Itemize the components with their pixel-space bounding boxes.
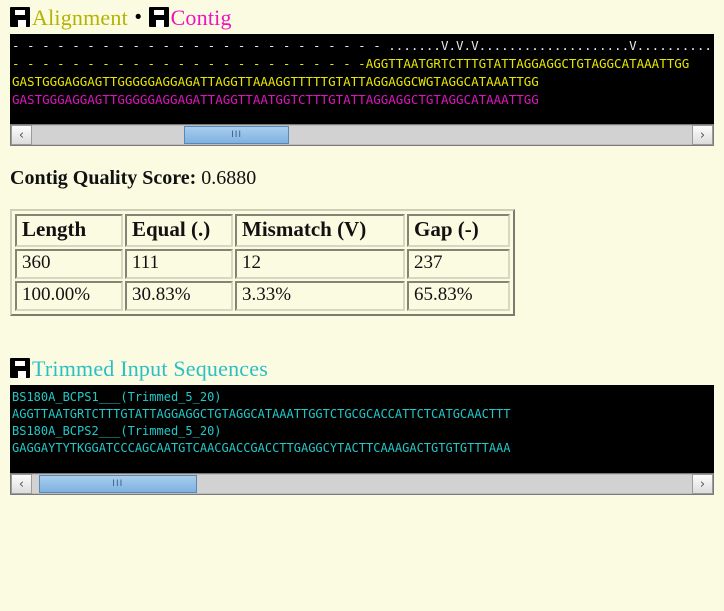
column-header-length: Length: [15, 214, 123, 247]
contig-quality-score-value: 0.6880: [201, 167, 256, 189]
layout-spacer: [0, 321, 724, 351]
alignment-horizontal-scrollbar[interactable]: ‹ III ›: [10, 124, 714, 146]
column-header-equal: Equal (.): [125, 214, 233, 247]
column-header-gap: Gap (-): [407, 214, 510, 247]
column-header-mismatch: Mismatch (V): [235, 214, 405, 247]
cell-mismatch-percent: 3.33%: [235, 281, 405, 311]
floppy-save-icon[interactable]: [149, 7, 169, 27]
alignment-scroll-thumb[interactable]: III: [184, 126, 290, 144]
alignment-heading-group[interactable]: Alignment: [10, 6, 128, 28]
alignment-contig-heading-row: Alignment • Contig: [0, 0, 724, 34]
trimmed-heading-row: Trimmed Input Sequences: [0, 351, 724, 385]
cell-gap-percent: 65.83%: [407, 281, 510, 311]
trimmed-sequence-header: BS180A_BCPS2___(Trimmed_5_20): [10, 423, 714, 440]
cell-length-count: 360: [15, 249, 123, 279]
trimmed-heading-label: Trimmed Input Sequences: [30, 358, 268, 380]
scroll-right-arrow-icon[interactable]: ›: [692, 125, 713, 145]
cell-length-percent: 100.00%: [15, 281, 123, 311]
cell-gap-count: 237: [407, 249, 510, 279]
alignment-heading-label: Alignment: [30, 7, 128, 29]
floppy-save-icon[interactable]: [10, 7, 30, 27]
contig-quality-score: Contig Quality Score:0.6880: [0, 168, 724, 188]
table-header-row: Length Equal (.) Mismatch (V) Gap (-): [15, 214, 510, 247]
cell-mismatch-count: 12: [235, 249, 405, 279]
heading-separator-bullet: •: [135, 8, 142, 27]
alignment-sequence-line: GASTGGGAGGAGTTGGGGGAGGAGATTAGGTTAAAGGTTT…: [10, 73, 714, 91]
trimmed-sequence-header: BS180A_BCPS1___(Trimmed_5_20): [10, 385, 714, 406]
scroll-right-arrow-icon[interactable]: ›: [692, 474, 713, 494]
alignment-contig-line: GASTGGGAGGAGTTGGGGGAGGAGATTAGGTTAATGGTCT…: [10, 91, 714, 109]
trimmed-scroll-thumb[interactable]: III: [39, 475, 197, 493]
trimmed-horizontal-scrollbar[interactable]: ‹ III ›: [10, 473, 714, 495]
contig-heading-group[interactable]: Contig: [149, 6, 232, 28]
table-row: 360 111 12 237: [15, 249, 510, 279]
scroll-left-arrow-icon[interactable]: ‹: [11, 474, 32, 494]
alignment-sequence-line: - - - - - - - - - - - - - - - - - - - - …: [10, 55, 714, 73]
contig-quality-score-label: Contig Quality Score:: [10, 167, 196, 189]
alignment-stats-table-wrap: Length Equal (.) Mismatch (V) Gap (-) 36…: [10, 209, 515, 316]
contig-alignment-page: Alignment • Contig - - - - - - - - - - -…: [0, 0, 724, 611]
trimmed-sequence-panel: BS180A_BCPS1___(Trimmed_5_20) AGGTTAATGR…: [10, 385, 714, 473]
alignment-scroll-track[interactable]: III: [32, 125, 692, 145]
scroll-left-arrow-icon[interactable]: ‹: [11, 125, 32, 145]
table-row: 100.00% 30.83% 3.33% 65.83%: [15, 281, 510, 311]
contig-heading-label: Contig: [169, 7, 232, 29]
floppy-save-icon[interactable]: [10, 358, 30, 378]
cell-equal-percent: 30.83%: [125, 281, 233, 311]
trimmed-sequence-line: AGGTTAATGRTCTTTGTATTAGGAGGCTGTAGGCATAAAT…: [10, 406, 714, 423]
trimmed-sequence-line: GAGGAYTYTKGGATCCCAGCAATGTCAACGACCGACCTTG…: [10, 440, 714, 457]
trimmed-heading-group[interactable]: Trimmed Input Sequences: [10, 357, 268, 379]
cell-equal-count: 111: [125, 249, 233, 279]
trimmed-scroll-track[interactable]: III: [32, 474, 692, 494]
alignment-consensus-line: - - - - - - - - - - - - - - - - - - - - …: [10, 34, 714, 55]
alignment-stats-table: Length Equal (.) Mismatch (V) Gap (-) 36…: [13, 212, 512, 313]
alignment-sequence-panel: - - - - - - - - - - - - - - - - - - - - …: [10, 34, 714, 124]
